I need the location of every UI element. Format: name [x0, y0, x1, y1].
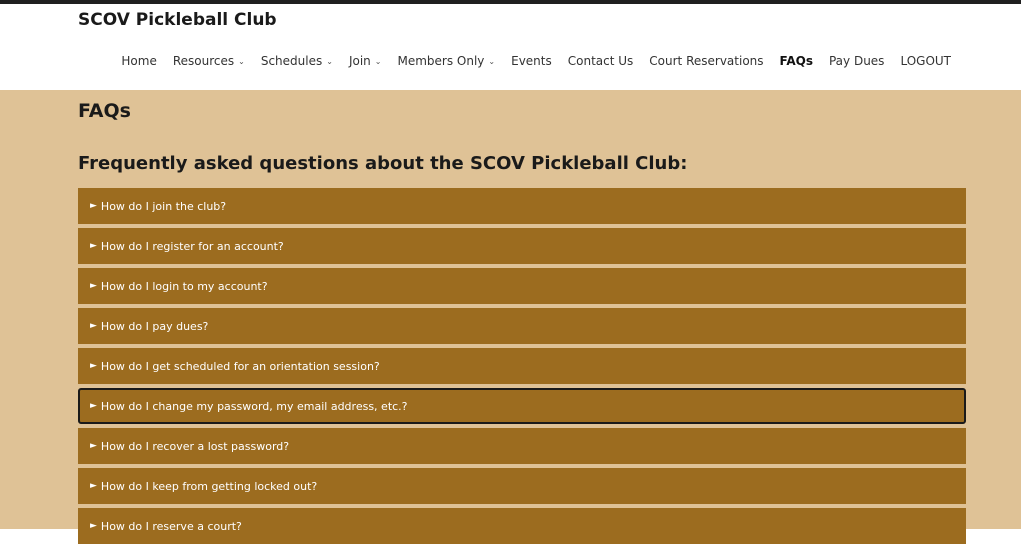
chevron-down-icon: ⌄: [488, 56, 496, 66]
nav-item-label: LOGOUT: [900, 54, 951, 68]
main-content: FAQs Frequently asked questions about th…: [0, 90, 1021, 544]
triangle-right-icon: ►: [90, 321, 97, 331]
nav-item-contact-us[interactable]: Contact Us: [560, 54, 642, 68]
site-title[interactable]: SCOV Pickleball Club: [78, 10, 277, 30]
triangle-right-icon: ►: [90, 441, 97, 451]
nav-item-resources[interactable]: Resources ⌄: [165, 54, 253, 68]
main-nav: Home Resources ⌄ Schedules ⌄ Join ⌄ Members Onl…: [0, 54, 959, 68]
faq-item[interactable]: ► How do I change my password, my email a…: [78, 388, 966, 424]
nav-item-events[interactable]: Events: [503, 54, 560, 68]
nav-item-logout[interactable]: LOGOUT: [892, 54, 959, 68]
nav-item-label: Court Reservations: [649, 54, 764, 68]
triangle-right-icon: ►: [90, 281, 97, 291]
nav-item-label: Events: [511, 54, 552, 68]
faq-question: How do I recover a lost password?: [100, 439, 290, 453]
faq-item[interactable]: ► How do I reserve a court?: [78, 508, 966, 544]
faq-item[interactable]: ► How do I get scheduled for an orientati…: [78, 348, 966, 384]
faq-item[interactable]: ► How do I login to my account?: [78, 268, 966, 304]
faq-question: How do I register for an account?: [100, 239, 284, 253]
nav-item-label: Home: [121, 54, 157, 68]
triangle-right-icon: ►: [90, 201, 97, 211]
nav-item-court-reservations[interactable]: Court Reservations: [641, 54, 771, 68]
nav-item-label: Pay Dues: [828, 54, 885, 68]
nav-item-schedules[interactable]: Schedules ⌄: [253, 54, 341, 68]
chevron-down-icon: ⌄: [238, 56, 245, 66]
nav-item-label: Schedules: [260, 54, 323, 68]
triangle-right-icon: ►: [90, 401, 97, 411]
faq-question: How do I pay dues?: [100, 319, 209, 333]
faq-question: How do I change my password, my email ad…: [100, 399, 408, 413]
faq-question: How do I join the club?: [100, 199, 227, 213]
nav-item-label: Members Only: [397, 54, 485, 68]
nav-item-join[interactable]: Join ⌄: [341, 54, 390, 68]
triangle-right-icon: ►: [90, 241, 97, 251]
faq-list: ► How do I join the club? ► How do I regist…: [78, 188, 966, 548]
faq-question: How do I get scheduled for an orientatio…: [100, 359, 380, 373]
faq-subheading: Frequently asked questions about the SCO…: [78, 153, 688, 174]
faq-item[interactable]: ► How do I register for an account?: [78, 228, 966, 264]
nav-item-pay-dues[interactable]: Pay Dues: [821, 54, 892, 68]
faq-item[interactable]: ► How do I keep from getting locked out?: [78, 468, 966, 504]
nav-item-members-only[interactable]: Members Only ⌄: [389, 54, 503, 68]
triangle-right-icon: ►: [90, 481, 97, 491]
triangle-right-icon: ►: [90, 521, 97, 531]
nav-item-home[interactable]: Home: [113, 54, 164, 68]
faq-question: How do I reserve a court?: [100, 519, 242, 533]
page-title: FAQs: [78, 100, 131, 122]
faq-item[interactable]: ► How do I recover a lost password?: [78, 428, 966, 464]
site-header: SCOV Pickleball Club Home Resources ⌄ Sched…: [0, 4, 1021, 90]
faq-item[interactable]: ► How do I join the club?: [78, 188, 966, 224]
nav-item-label: Contact Us: [567, 54, 634, 68]
chevron-down-icon: ⌄: [326, 56, 333, 66]
nav-item-label: FAQs: [779, 54, 813, 68]
faq-item[interactable]: ► How do I pay dues?: [78, 308, 966, 344]
nav-item-label: Join: [348, 54, 371, 68]
nav-item-faqs[interactable]: FAQs: [772, 54, 821, 68]
faq-question: How do I login to my account?: [100, 279, 268, 293]
chevron-down-icon: ⌄: [374, 56, 382, 66]
faq-question: How do I keep from getting locked out?: [100, 479, 318, 493]
nav-item-label: Resources: [172, 54, 235, 68]
triangle-right-icon: ►: [90, 361, 97, 371]
